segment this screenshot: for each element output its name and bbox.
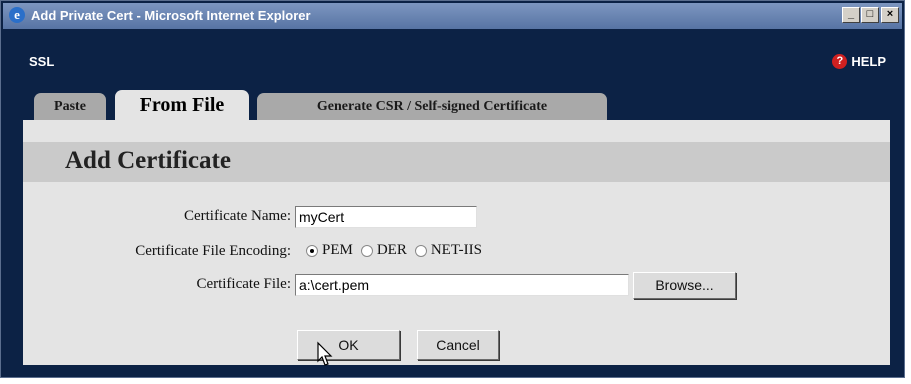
help-label: HELP	[851, 54, 886, 69]
minimize-button[interactable]: _	[842, 7, 860, 23]
browser-window: e Add Private Cert - Microsoft Internet …	[0, 0, 905, 378]
radio-net-iis-label: NET-IIS	[430, 242, 482, 258]
help-link[interactable]: ? HELP	[832, 54, 886, 69]
question-circle-icon: ?	[832, 54, 848, 69]
browse-button[interactable]: Browse...	[633, 272, 736, 299]
encoding-radio-group: PEM DER NET-IIS	[298, 242, 482, 259]
tab-paste[interactable]: Paste	[34, 93, 106, 120]
tab-from-file[interactable]: From File	[115, 90, 249, 120]
add-certificate-panel: Add Certificate Certificate Name: myCert…	[23, 120, 890, 365]
ie-logo-icon: e	[9, 7, 25, 23]
window-title: Add Private Cert - Microsoft Internet Ex…	[31, 8, 311, 23]
radio-pem[interactable]	[306, 244, 318, 257]
cancel-button[interactable]: Cancel	[417, 330, 499, 360]
certificate-file-label: Certificate File:	[196, 276, 291, 292]
title-bar[interactable]: e Add Private Cert - Microsoft Internet …	[3, 3, 902, 29]
section-label: SSL	[29, 54, 55, 69]
radio-der[interactable]	[360, 244, 373, 257]
panel-title: Add Certificate	[65, 147, 231, 174]
certificate-name-label: Certificate Name:	[183, 208, 291, 224]
radio-net-iis[interactable]	[414, 244, 427, 257]
close-button[interactable]: ×	[881, 7, 899, 23]
encoding-label: Certificate File Encoding:	[135, 243, 291, 259]
certificate-name-input[interactable]: myCert	[295, 206, 477, 228]
certificate-file-input[interactable]: a:\cert.pem	[295, 274, 629, 296]
tab-generate-csr[interactable]: Generate CSR / Self-signed Certificate	[257, 93, 607, 120]
ok-button[interactable]: OK	[297, 330, 400, 360]
radio-der-label: DER	[376, 242, 407, 258]
mouse-pointer-icon	[317, 341, 333, 366]
panel-header: Add Certificate	[23, 142, 890, 182]
radio-pem-label: PEM	[322, 242, 353, 258]
maximize-button[interactable]: □	[861, 7, 879, 23]
